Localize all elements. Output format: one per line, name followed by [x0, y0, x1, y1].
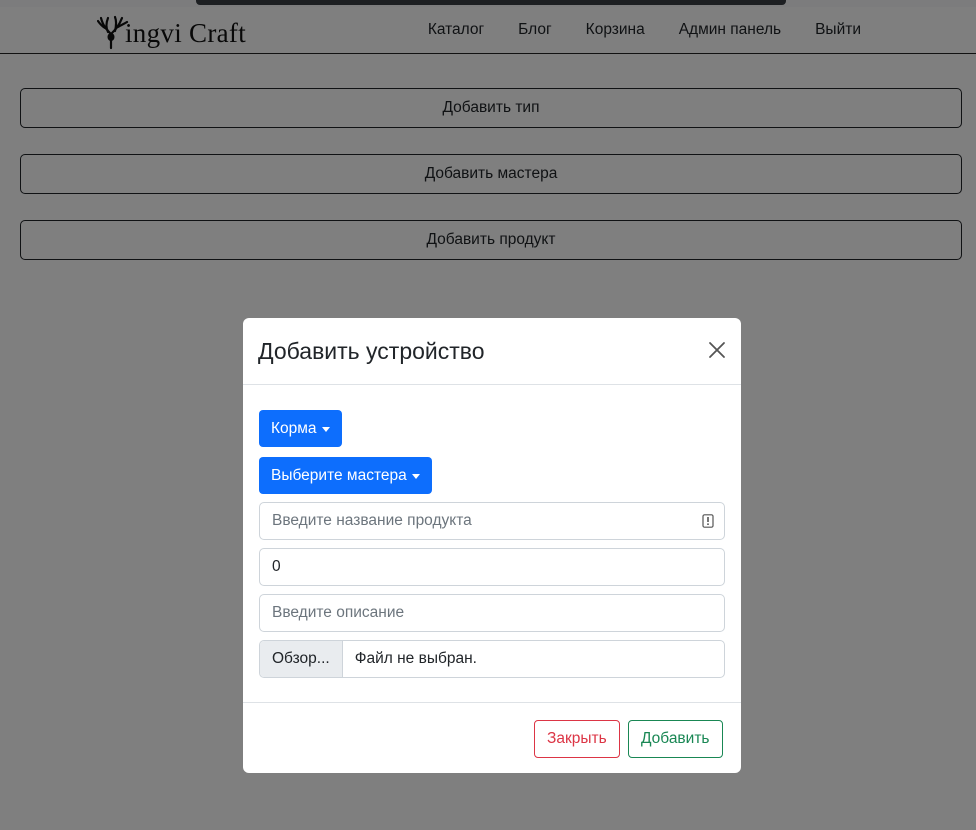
modal-footer: Закрыть Добавить [243, 702, 741, 773]
add-button[interactable]: Добавить [628, 720, 723, 758]
caret-down-icon [411, 473, 420, 479]
caret-down-icon [321, 426, 330, 432]
file-input[interactable]: Обзор... Файл не выбран. [259, 640, 725, 678]
password-manager-icon[interactable] [702, 514, 714, 528]
add-device-modal: Добавить устройство Корма Выберите масте… [243, 318, 741, 773]
type-dropdown-label: Корма [271, 419, 317, 437]
type-dropdown[interactable]: Корма [259, 410, 342, 447]
close-icon[interactable] [707, 340, 727, 360]
description-input[interactable] [259, 594, 725, 632]
modal-title: Добавить устройство [258, 338, 485, 364]
file-status: Файл не выбран. [354, 650, 477, 667]
close-button[interactable]: Закрыть [534, 720, 620, 758]
price-input[interactable] [259, 548, 725, 586]
master-dropdown-label: Выберите мастера [271, 466, 407, 484]
modal-header: Добавить устройство [243, 318, 741, 385]
product-name-input[interactable] [259, 502, 725, 540]
browse-button[interactable]: Обзор... [260, 641, 343, 677]
master-dropdown[interactable]: Выберите мастера [259, 457, 432, 494]
